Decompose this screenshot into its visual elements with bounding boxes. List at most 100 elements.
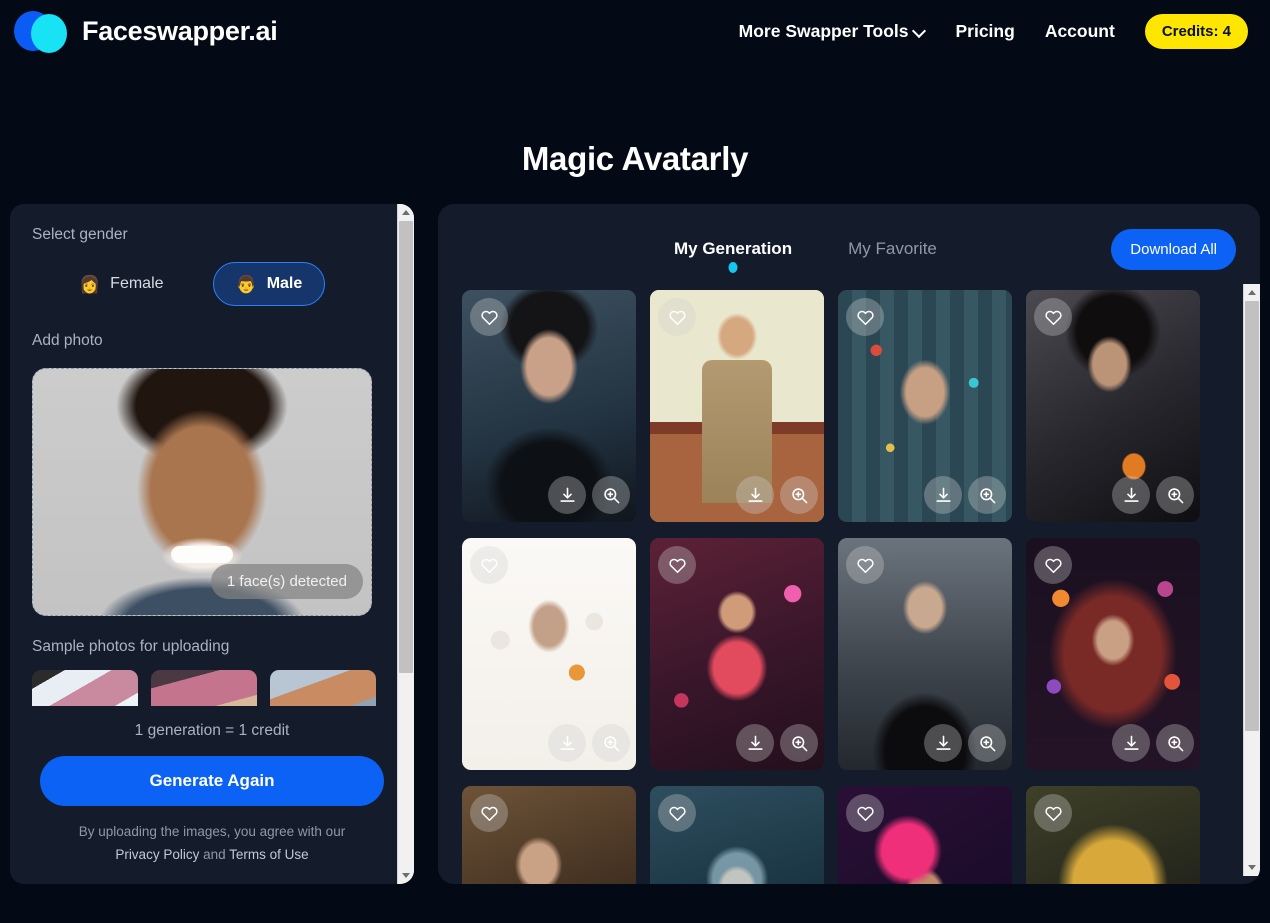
scroll-up-button[interactable] [1243, 284, 1260, 301]
heart-icon[interactable] [1034, 298, 1072, 336]
credits-badge[interactable]: Credits: 4 [1144, 13, 1248, 49]
arrow-down-icon [402, 873, 410, 878]
female-emoji-icon: 👩 [79, 274, 101, 294]
male-emoji-icon: 👨 [235, 274, 257, 294]
add-photo-label: Add photo [32, 332, 103, 349]
sample-photo-thumb[interactable] [32, 670, 138, 707]
download-all-button[interactable]: Download All [1111, 228, 1236, 270]
gender-options: 👩 Female 👨 Male [32, 262, 392, 306]
gallery-card[interactable] [462, 786, 636, 884]
download-icon[interactable] [1112, 724, 1150, 762]
results-panel: My Generation My Favorite Download All [438, 204, 1260, 884]
terms-of-use-link[interactable]: Terms of Use [229, 847, 309, 862]
zoom-in-icon[interactable] [1156, 724, 1194, 762]
nav-label: More Swapper Tools [738, 20, 909, 41]
heart-icon[interactable] [1034, 546, 1072, 584]
controls-panel: Select gender 👩 Female 👨 Male Add photo … [10, 204, 414, 884]
legal-text: By uploading the images, you agree with … [40, 821, 384, 866]
heart-icon[interactable] [846, 298, 884, 336]
generate-section: 1 generation = 1 credit Generate Again B… [10, 706, 414, 884]
scrollbar-thumb[interactable] [398, 221, 413, 674]
heart-icon[interactable] [1034, 794, 1072, 832]
scroll-down-button[interactable] [1243, 859, 1260, 876]
tab-my-generation[interactable]: My Generation [674, 239, 792, 275]
heart-icon[interactable] [658, 298, 696, 336]
nav-item-account[interactable]: Account [1045, 21, 1115, 42]
results-tabs: My Generation My Favorite [674, 239, 937, 275]
credit-note: 1 generation = 1 credit [134, 722, 290, 740]
scroll-down-button[interactable] [397, 867, 414, 884]
zoom-in-icon[interactable] [1156, 476, 1194, 514]
controls-scrollbar[interactable] [397, 204, 414, 884]
sample-photos-row [32, 670, 392, 707]
gender-option-male[interactable]: 👨 Male [212, 262, 326, 306]
face-detected-badge: 1 face(s) detected [210, 564, 363, 599]
gallery-card[interactable] [1026, 290, 1200, 522]
download-icon[interactable] [924, 724, 962, 762]
gallery-card[interactable] [650, 538, 824, 770]
select-gender-label: Select gender [32, 226, 128, 243]
zoom-in-icon[interactable] [780, 724, 818, 762]
legal-and: and [203, 846, 226, 862]
privacy-policy-link[interactable]: Privacy Policy [115, 847, 199, 862]
download-icon[interactable] [548, 476, 586, 514]
nav-item-more-swapper-tools[interactable]: More Swapper Tools [739, 21, 926, 42]
heart-icon[interactable] [658, 546, 696, 584]
gallery-card[interactable] [462, 290, 636, 522]
sample-photo-thumb[interactable] [270, 670, 376, 707]
chevron-down-icon [914, 25, 925, 36]
gender-option-female[interactable]: 👩 Female [56, 262, 187, 306]
download-icon[interactable] [1112, 476, 1150, 514]
page-title: Magic Avatarly [521, 140, 749, 177]
uploaded-photo[interactable]: 1 face(s) detected [32, 368, 372, 616]
gallery-card[interactable] [838, 538, 1012, 770]
arrow-up-icon [1248, 290, 1256, 295]
results-tabbar: My Generation My Favorite Download All [438, 204, 1260, 284]
gender-option-label: Female [110, 275, 164, 292]
gallery-scrollbar[interactable] [1243, 284, 1260, 876]
main-content: Select gender 👩 Female 👨 Male Add photo … [0, 204, 1270, 884]
scrollbar-track[interactable] [1244, 301, 1261, 859]
zoom-in-icon[interactable] [968, 476, 1006, 514]
logo[interactable]: Faceswapper.ai [14, 8, 278, 54]
results-grid [462, 290, 1242, 884]
heart-icon[interactable] [470, 546, 508, 584]
controls-scroll-area: Select gender 👩 Female 👨 Male Add photo … [10, 204, 414, 707]
download-icon[interactable] [548, 724, 586, 762]
gallery-card[interactable] [838, 786, 1012, 884]
zoom-in-icon[interactable] [592, 476, 630, 514]
results-gallery [462, 290, 1242, 884]
download-icon[interactable] [736, 476, 774, 514]
arrow-down-icon [1248, 865, 1256, 870]
generate-again-button[interactable]: Generate Again [40, 756, 384, 807]
gallery-card[interactable] [1026, 786, 1200, 884]
scroll-up-button[interactable] [397, 204, 414, 221]
scrollbar-track[interactable] [398, 221, 415, 867]
scrollbar-thumb[interactable] [1244, 301, 1259, 731]
gallery-card[interactable] [650, 786, 824, 884]
download-icon[interactable] [924, 476, 962, 514]
gallery-card[interactable] [462, 538, 636, 770]
heart-icon[interactable] [470, 794, 508, 832]
zoom-in-icon[interactable] [968, 724, 1006, 762]
legal-prefix: By uploading the images, you agree with … [78, 824, 346, 840]
heart-icon[interactable] [846, 794, 884, 832]
zoom-in-icon[interactable] [780, 476, 818, 514]
gallery-card[interactable] [838, 290, 1012, 522]
download-icon[interactable] [736, 724, 774, 762]
zoom-in-icon[interactable] [592, 724, 630, 762]
arrow-up-icon [402, 210, 410, 215]
heart-icon[interactable] [846, 546, 884, 584]
gender-option-label: Male [266, 275, 303, 292]
gallery-card[interactable] [1026, 538, 1200, 770]
logo-circles-icon [14, 8, 68, 54]
site-header: Faceswapper.ai More Swapper Tools Pricin… [0, 0, 1270, 62]
tab-my-favorite[interactable]: My Favorite [848, 239, 937, 275]
nav-item-pricing[interactable]: Pricing [955, 21, 1014, 42]
heart-icon[interactable] [470, 298, 508, 336]
sample-photo-thumb[interactable] [151, 670, 257, 707]
main-nav: More Swapper Tools Pricing Account Credi… [739, 13, 1248, 49]
logo-text: Faceswapper.ai [82, 15, 278, 46]
heart-icon[interactable] [658, 794, 696, 832]
gallery-card[interactable] [650, 290, 824, 522]
